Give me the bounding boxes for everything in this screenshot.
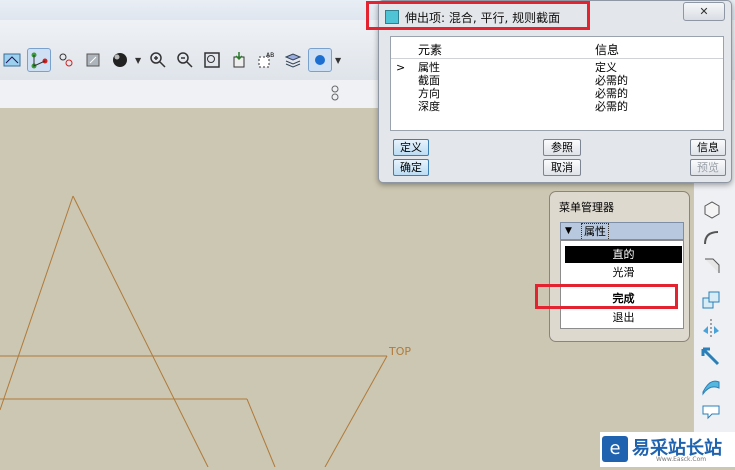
- row-info: 必需的: [595, 87, 628, 100]
- zoom-out-icon[interactable]: [173, 48, 197, 72]
- table-row[interactable]: > 属性 定义: [391, 61, 723, 74]
- menu-section-label: 属性: [581, 223, 609, 241]
- axis-display-icon[interactable]: [27, 48, 51, 72]
- ok-button[interactable]: 确定: [393, 159, 429, 176]
- top-plane-right-edge: [324, 355, 388, 468]
- row-element: 属性: [418, 61, 440, 74]
- warp-icon[interactable]: [700, 376, 722, 399]
- close-button[interactable]: ✕: [683, 2, 725, 21]
- triangle-right-edge: [72, 195, 209, 468]
- reference-button[interactable]: 参照: [543, 139, 581, 156]
- chevron-down-icon[interactable]: ▼: [335, 56, 343, 65]
- close-icon: ✕: [699, 5, 709, 18]
- layers-icon[interactable]: [281, 48, 305, 72]
- highlight-box-done: [535, 284, 678, 309]
- zoom-in-icon[interactable]: [146, 48, 170, 72]
- watermark: e 易采站长站 Www.Easck.Com: [600, 432, 735, 467]
- draft-icon[interactable]: [700, 290, 722, 313]
- point-display-icon[interactable]: [54, 48, 78, 72]
- watermark-subtext: Www.Easck.Com: [656, 456, 707, 463]
- appearance-icon[interactable]: [308, 48, 332, 72]
- current-row-marker: >: [396, 61, 406, 74]
- svg-text:AB: AB: [266, 52, 274, 59]
- row-info: 必需的: [595, 100, 628, 113]
- menu-item-quit[interactable]: 退出: [565, 309, 682, 326]
- menu-section-header[interactable]: ▼ 属性: [560, 222, 684, 241]
- refit-icon[interactable]: [200, 48, 224, 72]
- cancel-button[interactable]: 取消: [543, 159, 581, 176]
- saved-views-icon[interactable]: AB: [254, 48, 278, 72]
- element-table: 元素 信息 > 属性 定义 截面 必需的 方向 必需的 深度 必需的: [390, 36, 724, 131]
- info-button[interactable]: 信息: [690, 139, 726, 156]
- inner-plane-right-edge: [246, 398, 276, 468]
- caret-down-icon: ▼: [565, 226, 572, 236]
- menu-item-smooth[interactable]: 光滑: [565, 264, 682, 281]
- highlight-box-title: [366, 1, 590, 30]
- reorient-icon[interactable]: [227, 48, 251, 72]
- spin-center-icon[interactable]: [330, 84, 340, 105]
- menu-manager-title: 菜单管理器: [559, 201, 614, 214]
- move-icon[interactable]: [700, 346, 722, 371]
- mirror-icon[interactable]: [700, 318, 722, 341]
- table-row[interactable]: 深度 必需的: [391, 100, 723, 113]
- datum-label-top: TOP: [388, 345, 411, 358]
- view-toolbar: ▼ AB ▼: [0, 44, 343, 76]
- triangle-left-edge: [0, 195, 74, 411]
- column-header-info: 信息: [595, 43, 620, 57]
- preview-button[interactable]: 预览: [690, 159, 726, 176]
- csys-display-icon[interactable]: [81, 48, 105, 72]
- define-button[interactable]: 定义: [393, 139, 429, 156]
- row-element: 方向: [418, 87, 440, 100]
- row-info: 必需的: [595, 74, 628, 87]
- row-info: 定义: [595, 61, 617, 74]
- shell-icon[interactable]: [702, 200, 722, 223]
- table-row[interactable]: 截面 必需的: [391, 74, 723, 87]
- round-icon[interactable]: [702, 228, 722, 251]
- chevron-down-icon[interactable]: ▼: [135, 56, 143, 65]
- watermark-logo-icon: e: [602, 436, 628, 462]
- datum-display-icon[interactable]: [0, 48, 24, 72]
- column-header-element: 元素: [418, 43, 443, 57]
- menu-manager: 菜单管理器 ▼ 属性 直的 光滑 完成 退出: [549, 191, 690, 342]
- flatten-icon[interactable]: [700, 402, 722, 423]
- row-element: 深度: [418, 100, 440, 113]
- header-divider: [391, 58, 723, 59]
- row-element: 截面: [418, 74, 440, 87]
- table-row[interactable]: 方向 必需的: [391, 87, 723, 100]
- menu-item-straight[interactable]: 直的: [565, 246, 682, 263]
- shading-sphere-icon[interactable]: [108, 48, 132, 72]
- chamfer-icon[interactable]: [702, 256, 722, 279]
